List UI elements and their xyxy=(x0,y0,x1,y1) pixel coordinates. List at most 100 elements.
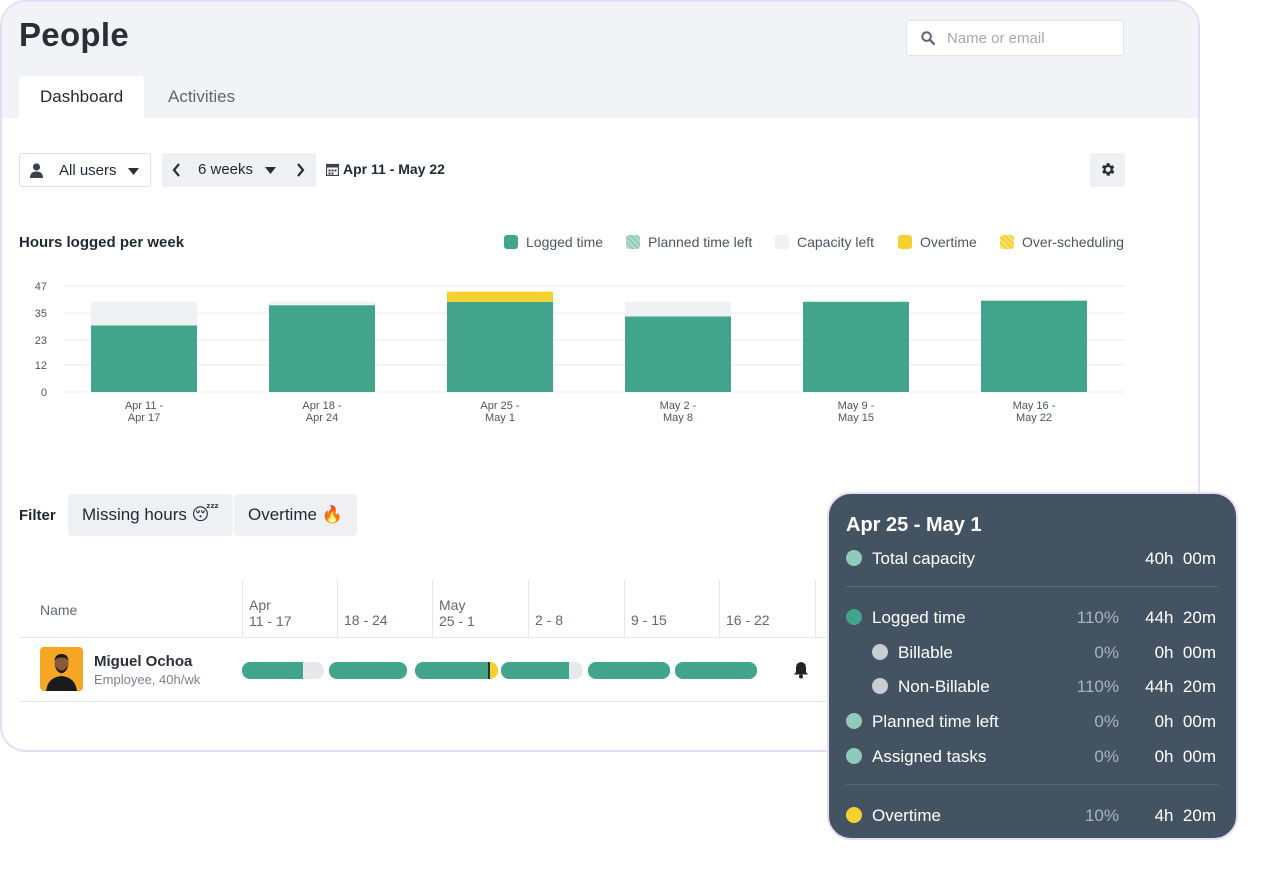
tooltip-row-value: 0h 00m xyxy=(1155,747,1216,767)
tooltip-row: Billable0%0h 00m xyxy=(829,641,1236,665)
legend-label-overscheduling: Over-scheduling xyxy=(1022,234,1124,250)
capacity-marker xyxy=(488,662,490,679)
bar-logged xyxy=(447,302,553,392)
legend-swatch-planned xyxy=(626,235,640,249)
column-divider xyxy=(432,580,433,637)
x-tick-label: Apr 24 xyxy=(306,412,338,424)
y-tick-label: 0 xyxy=(41,387,47,399)
tooltip-row-percent: 110% xyxy=(1077,677,1119,697)
tooltip-row-percent: 10% xyxy=(1085,806,1119,826)
chevron-right-icon[interactable] xyxy=(296,163,305,177)
x-tick-label: May 22 xyxy=(1016,412,1052,424)
tooltip-row-percent: 110% xyxy=(1077,608,1119,628)
users-dropdown-label: All users xyxy=(59,162,117,179)
caret-down-icon[interactable] xyxy=(265,167,276,174)
week-hours-bar[interactable] xyxy=(588,662,670,679)
x-tick-label: Apr 17 xyxy=(128,412,160,424)
x-tick-label: May 2 - xyxy=(660,400,697,412)
users-dropdown[interactable]: All users xyxy=(19,153,151,187)
chevron-left-icon[interactable] xyxy=(172,163,181,177)
x-tick-label: May 15 xyxy=(838,412,874,424)
y-tick-label: 23 xyxy=(35,335,47,347)
tab-activities[interactable]: Activities xyxy=(147,76,256,118)
search-input[interactable] xyxy=(947,27,1117,49)
bar-logged xyxy=(625,316,731,392)
avatar[interactable] xyxy=(40,647,83,691)
tooltip-row: Overtime 10% 4h 20m xyxy=(829,804,1236,828)
weeks-dropdown-label[interactable]: 6 weeks xyxy=(198,161,253,178)
tooltip-row-percent: 0% xyxy=(1094,643,1119,663)
week-hours-bar[interactable] xyxy=(329,662,407,679)
legend-swatch-logged xyxy=(504,235,518,249)
tooltip-divider xyxy=(846,784,1218,785)
tooltip-row-value: 40h 00m xyxy=(1145,549,1216,569)
tooltip-row-label: Billable xyxy=(898,643,953,663)
week-header-6: 16 - 22 xyxy=(726,612,770,628)
legend-label-capacity: Capacity left xyxy=(797,234,874,250)
x-tick-label: May 1 xyxy=(485,412,515,424)
header-area: People Dashboard Activities xyxy=(2,2,1198,118)
week-range: 2 - 8 xyxy=(535,612,563,628)
legend-label-logged: Logged time xyxy=(526,234,603,250)
bar-logged xyxy=(981,301,1087,392)
status-dot xyxy=(846,713,862,729)
name-column-header: Name xyxy=(40,602,77,618)
tooltip-row-label: Overtime xyxy=(872,806,941,826)
filter-label: Filter xyxy=(19,507,56,524)
week-range: 9 - 15 xyxy=(631,612,667,628)
weeks-selector: 6 weeks xyxy=(162,153,316,187)
x-tick-label: Apr 25 - xyxy=(480,400,519,412)
tooltip-row-value: 0h 00m xyxy=(1155,712,1216,732)
status-dot xyxy=(846,807,862,823)
overtime-chip[interactable]: Overtime 🔥 xyxy=(234,494,357,536)
search-box[interactable] xyxy=(906,20,1124,56)
tooltip-row: Assigned tasks0%0h 00m xyxy=(829,745,1236,769)
x-tick-label: May 16 - xyxy=(1013,400,1056,412)
column-divider xyxy=(337,580,338,637)
status-dot xyxy=(846,748,862,764)
avatar-image xyxy=(40,647,83,691)
tooltip-divider xyxy=(846,586,1218,587)
tooltip-row: Planned time left0%0h 00m xyxy=(829,710,1236,734)
tooltip-row-label: Logged time xyxy=(872,608,966,628)
bar-capacity xyxy=(269,302,375,305)
calendar-icon xyxy=(326,163,339,176)
logged-fill xyxy=(329,662,407,679)
bar-logged xyxy=(269,305,375,392)
chart-title: Hours logged per week xyxy=(19,234,184,251)
week-hours-bar[interactable] xyxy=(415,662,498,679)
tooltip-row-label: Planned time left xyxy=(872,712,999,732)
settings-button[interactable] xyxy=(1090,153,1125,187)
week-header-2: 18 - 24 xyxy=(344,612,388,628)
week-hours-bar[interactable] xyxy=(242,662,324,679)
status-dot xyxy=(872,678,888,694)
column-divider xyxy=(528,580,529,637)
bell-icon[interactable] xyxy=(793,661,809,679)
bar-logged xyxy=(91,325,197,392)
missing-hours-chip[interactable]: Missing hours 😴 xyxy=(68,494,233,536)
week-range: 18 - 24 xyxy=(344,612,388,628)
date-range: Apr 11 - May 22 xyxy=(326,161,445,177)
tooltip-row-value: 4h 20m xyxy=(1155,806,1216,826)
legend-item-overtime: Overtime xyxy=(898,234,977,250)
week-hours-bar[interactable] xyxy=(501,662,583,679)
legend-item-logged: Logged time xyxy=(504,234,603,250)
legend-swatch-overscheduling xyxy=(1000,235,1014,249)
status-dot xyxy=(872,644,888,660)
logged-fill xyxy=(501,662,569,679)
tab-dashboard[interactable]: Dashboard xyxy=(19,76,144,118)
column-divider xyxy=(242,580,243,637)
bar-capacity xyxy=(625,302,731,317)
x-tick-label: May 9 - xyxy=(838,400,875,412)
week-header-4: 2 - 8 xyxy=(535,612,563,628)
week-details-tooltip: Apr 25 - May 1 Total capacity40h 00mLogg… xyxy=(827,492,1238,840)
legend-item-capacity: Capacity left xyxy=(775,234,874,250)
date-range-label: Apr 11 - May 22 xyxy=(343,161,445,177)
bar-logged xyxy=(803,302,909,392)
caret-down-icon xyxy=(128,168,139,175)
logged-fill xyxy=(242,662,303,679)
person-name[interactable]: Miguel Ochoa xyxy=(94,653,192,670)
legend-label-planned: Planned time left xyxy=(648,234,752,250)
column-divider xyxy=(624,580,625,637)
week-hours-bar[interactable] xyxy=(675,662,757,679)
